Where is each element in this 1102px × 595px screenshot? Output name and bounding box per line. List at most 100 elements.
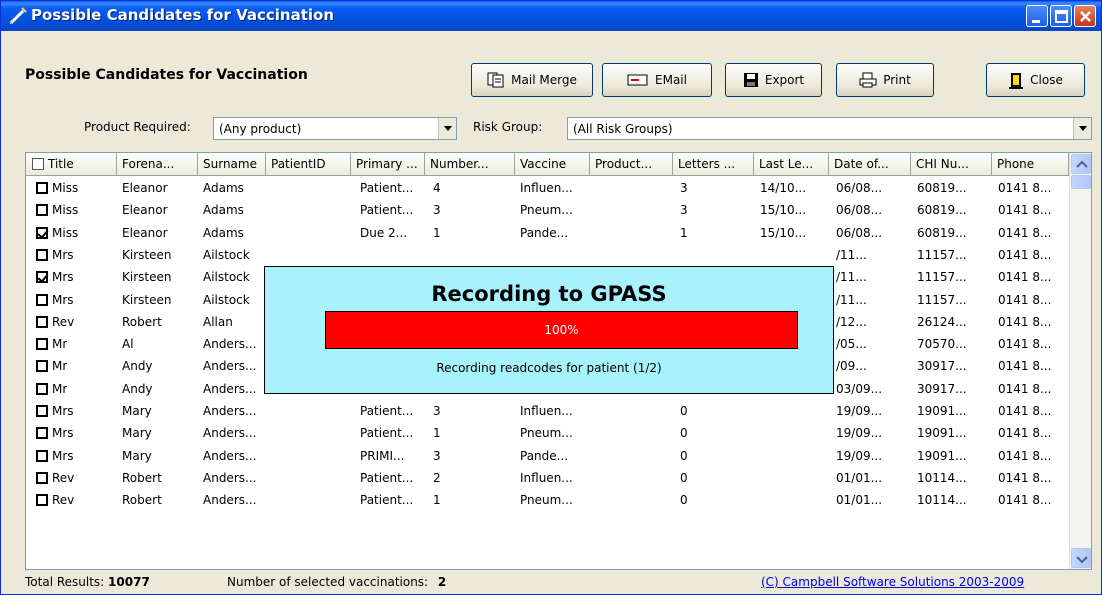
cell-chi: 30917... (917, 359, 967, 374)
print-label: Print (883, 73, 911, 87)
cell-dob: /11... (836, 292, 867, 307)
table-row[interactable]: Miss Eleanor Adams Patient... 4 Influen... 3 14… (26, 177, 1069, 199)
select-all-checkbox[interactable] (32, 158, 44, 170)
cell-primary: Patient... (360, 470, 414, 485)
row-checkbox[interactable] (36, 360, 48, 373)
envelope-icon (627, 74, 648, 86)
cell-chi: 60819... (917, 203, 967, 218)
table-row[interactable]: Mrs Mary Anders... PRIMI... 3 Pande... 0 19/09.… (26, 445, 1069, 467)
cell-forename: Eleanor (122, 203, 168, 218)
row-checkbox[interactable] (36, 226, 48, 239)
risk-group-select-value: (All Risk Groups) (573, 122, 673, 136)
column-header[interactable]: Last Le... (754, 153, 829, 176)
maximize-icon (1055, 10, 1068, 23)
copyright-link[interactable]: (C) Campbell Software Solutions 2003-200… (761, 575, 1024, 589)
cell-surname: Ailstock (203, 292, 250, 307)
product-select[interactable]: (Any product) (213, 117, 457, 140)
cell-title: Mrs (52, 270, 74, 285)
cell-letters: 0 (680, 404, 688, 418)
cell-forename: Robert (122, 314, 162, 329)
cell-phone: 0141 8... (998, 404, 1052, 418)
column-header-label: Letters ... (678, 157, 736, 171)
cell-chi: 11157... (917, 247, 967, 262)
cell-chi: 19091... (917, 404, 967, 418)
minimize-button[interactable] (1026, 5, 1048, 27)
print-button[interactable]: Print (836, 63, 934, 97)
column-header[interactable]: Vaccine (515, 153, 590, 176)
chevron-down-icon (1076, 556, 1088, 564)
cell-title: Mrs (52, 448, 74, 463)
mail-merge-button[interactable]: Mail Merge (471, 63, 593, 97)
cell-last: 15/10... (760, 203, 807, 218)
table-row[interactable]: Rev Robert Anders... Patient... 2 Influen... 0… (26, 467, 1069, 489)
column-header[interactable]: Number... (425, 153, 515, 176)
email-button[interactable]: EMail (602, 63, 712, 97)
close-window-button[interactable] (1074, 5, 1096, 27)
column-header[interactable]: Letters ... (673, 153, 754, 176)
scroll-up-button[interactable] (1071, 154, 1091, 174)
column-header[interactable]: CHI Nu... (911, 153, 992, 176)
row-checkbox[interactable] (36, 338, 48, 351)
column-header[interactable]: Phone (992, 153, 1069, 176)
column-header[interactable]: Forena... (117, 153, 198, 176)
column-header[interactable]: Date of... (829, 153, 911, 176)
cell-title: Mrs (52, 404, 74, 418)
table-row[interactable]: Miss Eleanor Adams Patient... 3 Pneum... 3 15/1… (26, 199, 1069, 221)
row-checkbox[interactable] (36, 315, 48, 328)
grid-header: Title Forena... Surname PatientID Primary ..… (26, 153, 1069, 176)
cell-number: 3 (433, 448, 441, 463)
cell-chi: 60819... (917, 225, 967, 240)
table-row[interactable]: Mrs Mary Anders... Patient... 3 Influen... 0 19… (26, 400, 1069, 422)
maximize-button[interactable] (1050, 5, 1072, 27)
row-checkbox[interactable] (36, 271, 48, 284)
mail-merge-label: Mail Merge (511, 73, 577, 87)
row-checkbox[interactable] (36, 293, 48, 306)
column-header[interactable]: Title (26, 153, 117, 176)
cell-phone: 0141 8... (998, 270, 1052, 285)
vaccination-window: Possible Candidates for Vaccination Poss… (0, 0, 1102, 595)
table-row[interactable]: Rev Robert Anders... Patient... 1 Pneum... 0 01… (26, 489, 1069, 511)
chevron-down-icon[interactable] (438, 118, 456, 139)
column-header[interactable]: Primary ... (351, 153, 425, 176)
cell-surname: Anders... (203, 404, 257, 418)
cell-number: 1 (433, 225, 441, 240)
cell-phone: 0141 8... (998, 470, 1052, 485)
column-header[interactable]: PatientID (266, 153, 351, 176)
row-checkbox[interactable] (36, 182, 48, 194)
cell-primary: Patient... (360, 493, 414, 508)
cell-surname: Allan (203, 314, 233, 329)
column-header[interactable]: Product... (590, 153, 673, 176)
column-header[interactable]: Surname (198, 153, 266, 176)
row-checkbox[interactable] (36, 204, 48, 217)
export-button[interactable]: Export (725, 63, 822, 97)
cell-surname: Anders... (203, 426, 257, 441)
cell-number: 1 (433, 493, 441, 508)
column-header-label: Title (48, 157, 74, 171)
cell-title: Miss (52, 181, 79, 195)
row-checkbox[interactable] (36, 449, 48, 462)
row-checkbox[interactable] (36, 494, 48, 507)
table-row[interactable]: Miss Eleanor Adams Due 2... 1 Pande... 1 15/10.… (26, 222, 1069, 244)
row-checkbox[interactable] (36, 382, 48, 395)
scroll-thumb[interactable] (1071, 175, 1091, 189)
row-checkbox[interactable] (36, 427, 48, 440)
table-row[interactable]: Mrs Kirsteen Ailstock/11... 11157... 0141 8.… (26, 244, 1069, 266)
vertical-scrollbar[interactable] (1069, 153, 1091, 569)
cell-letters: 3 (680, 203, 688, 218)
table-row[interactable]: Mrs Mary Anders... Patient... 1 Pneum... 0 19/0… (26, 422, 1069, 444)
scroll-down-button[interactable] (1071, 548, 1091, 568)
row-checkbox[interactable] (36, 405, 48, 417)
cell-forename: Mary (122, 426, 152, 441)
progress-status: Recording readcodes for patient (1/2) (436, 361, 662, 375)
cell-number: 2 (433, 470, 441, 485)
close-button[interactable]: Close (986, 63, 1085, 97)
risk-group-select[interactable]: (All Risk Groups) (567, 117, 1092, 140)
cell-dob: 06/08... (836, 203, 883, 218)
cell-forename: Mary (122, 448, 152, 463)
title-bar[interactable]: Possible Candidates for Vaccination (1, 1, 1101, 31)
row-checkbox[interactable] (36, 248, 48, 261)
cell-forename: Andy (122, 381, 153, 396)
cell-title: Mr (52, 359, 68, 374)
chevron-down-icon[interactable] (1073, 118, 1091, 139)
row-checkbox[interactable] (36, 471, 48, 484)
